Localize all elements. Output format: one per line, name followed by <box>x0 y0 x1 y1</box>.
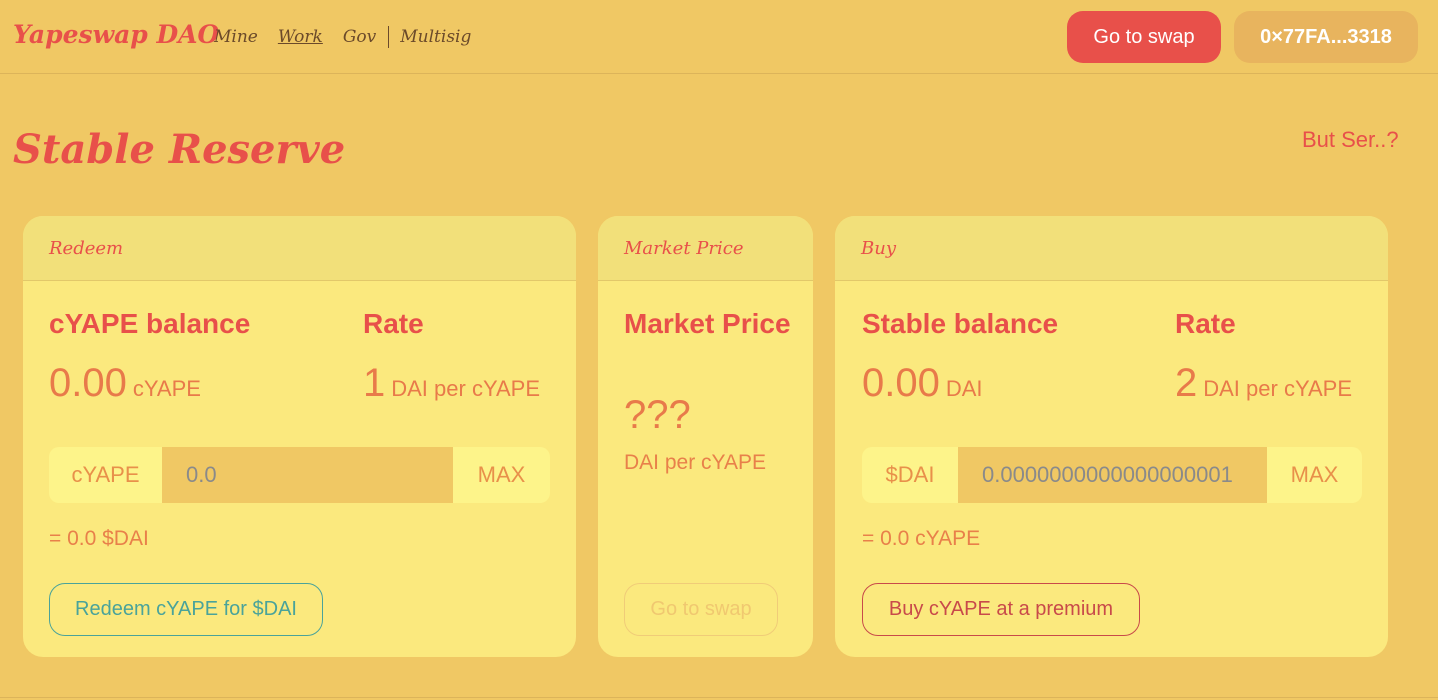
redeem-amount-input[interactable]: 0.0 <box>162 447 453 503</box>
go-to-swap-button[interactable]: Go to swap <box>1067 11 1221 63</box>
buy-input-group: $DAI 0.0000000000000000001 MAX <box>862 447 1362 503</box>
redeem-max-button[interactable]: MAX <box>453 447 550 503</box>
cyape-balance-unit: cYAPE <box>132 376 201 401</box>
market-price-unit: DAI per cYAPE <box>624 451 766 474</box>
redeem-equivalent: = 0.0 $DAI <box>49 527 149 550</box>
market-price-card-header: Market Price <box>598 216 813 281</box>
market-price-label: Market Price <box>624 308 791 339</box>
buy-input-prefix: $DAI <box>862 447 958 503</box>
nav-divider <box>388 26 390 48</box>
stable-balance-unit: DAI <box>945 376 983 401</box>
buy-card: Buy Stable balance 0.00 DAI Rate 2 DAI per… <box>835 216 1388 657</box>
market-price-card: Market Price Market Price ??? DAI per cY… <box>598 216 813 657</box>
nav-link-mine[interactable]: Mine <box>214 27 258 47</box>
buy-button[interactable]: Buy cYAPE at a premium <box>862 583 1140 636</box>
buy-max-button[interactable]: MAX <box>1267 447 1362 503</box>
redeem-rate-unit: DAI per cYAPE <box>391 376 541 401</box>
stable-balance-value: 0.00 DAI <box>862 361 983 406</box>
buy-rate-amount: 2 <box>1175 361 1198 405</box>
nav-links: Mine Work Gov Multisig <box>214 26 491 48</box>
buy-rate-unit: DAI per cYAPE <box>1203 376 1353 401</box>
buy-rate-label: Rate <box>1175 308 1236 339</box>
redeem-rate-label: Rate <box>363 308 424 339</box>
buy-card-header: Buy <box>835 216 1388 281</box>
redeem-card: Redeem cYAPE balance 0.00 cYAPE Rate 1 DAI… <box>23 216 576 657</box>
wallet-address-button[interactable]: 0×77FA...3318 <box>1234 11 1418 63</box>
cyape-balance-amount: 0.00 <box>49 361 127 405</box>
nav-link-gov[interactable]: Gov <box>343 27 376 47</box>
cyape-balance-value: 0.00 cYAPE <box>49 361 201 406</box>
buy-equivalent: = 0.0 cYAPE <box>862 527 981 550</box>
but-ser-link[interactable]: But Ser..? <box>1302 127 1399 153</box>
market-price-value: ??? <box>624 393 691 438</box>
redeem-input-group: cYAPE 0.0 MAX <box>49 447 550 503</box>
buy-rate-value: 2 DAI per cYAPE <box>1175 361 1352 406</box>
page-title: Stable Reserve <box>13 126 346 173</box>
bottom-divider <box>0 697 1438 698</box>
redeem-rate-value: 1 DAI per cYAPE <box>363 361 540 406</box>
top-nav: Yapeswap DAO Mine Work Gov Multisig Go t… <box>0 0 1438 74</box>
market-go-to-swap-button[interactable]: Go to swap <box>624 583 778 636</box>
buy-amount-input[interactable]: 0.0000000000000000001 <box>958 447 1267 503</box>
nav-link-work[interactable]: Work <box>278 27 323 47</box>
redeem-rate-amount: 1 <box>363 361 386 405</box>
market-price-amount: ??? <box>624 393 691 437</box>
stable-balance-label: Stable balance <box>862 308 1059 339</box>
redeem-input-prefix: cYAPE <box>49 447 162 503</box>
brand-logo[interactable]: Yapeswap DAO <box>13 20 219 49</box>
redeem-card-header: Redeem <box>23 216 576 281</box>
redeem-button[interactable]: Redeem cYAPE for $DAI <box>49 583 323 636</box>
nav-link-multisig[interactable]: Multisig <box>400 27 471 47</box>
stable-balance-amount: 0.00 <box>862 361 940 405</box>
cyape-balance-label: cYAPE balance <box>49 308 251 339</box>
